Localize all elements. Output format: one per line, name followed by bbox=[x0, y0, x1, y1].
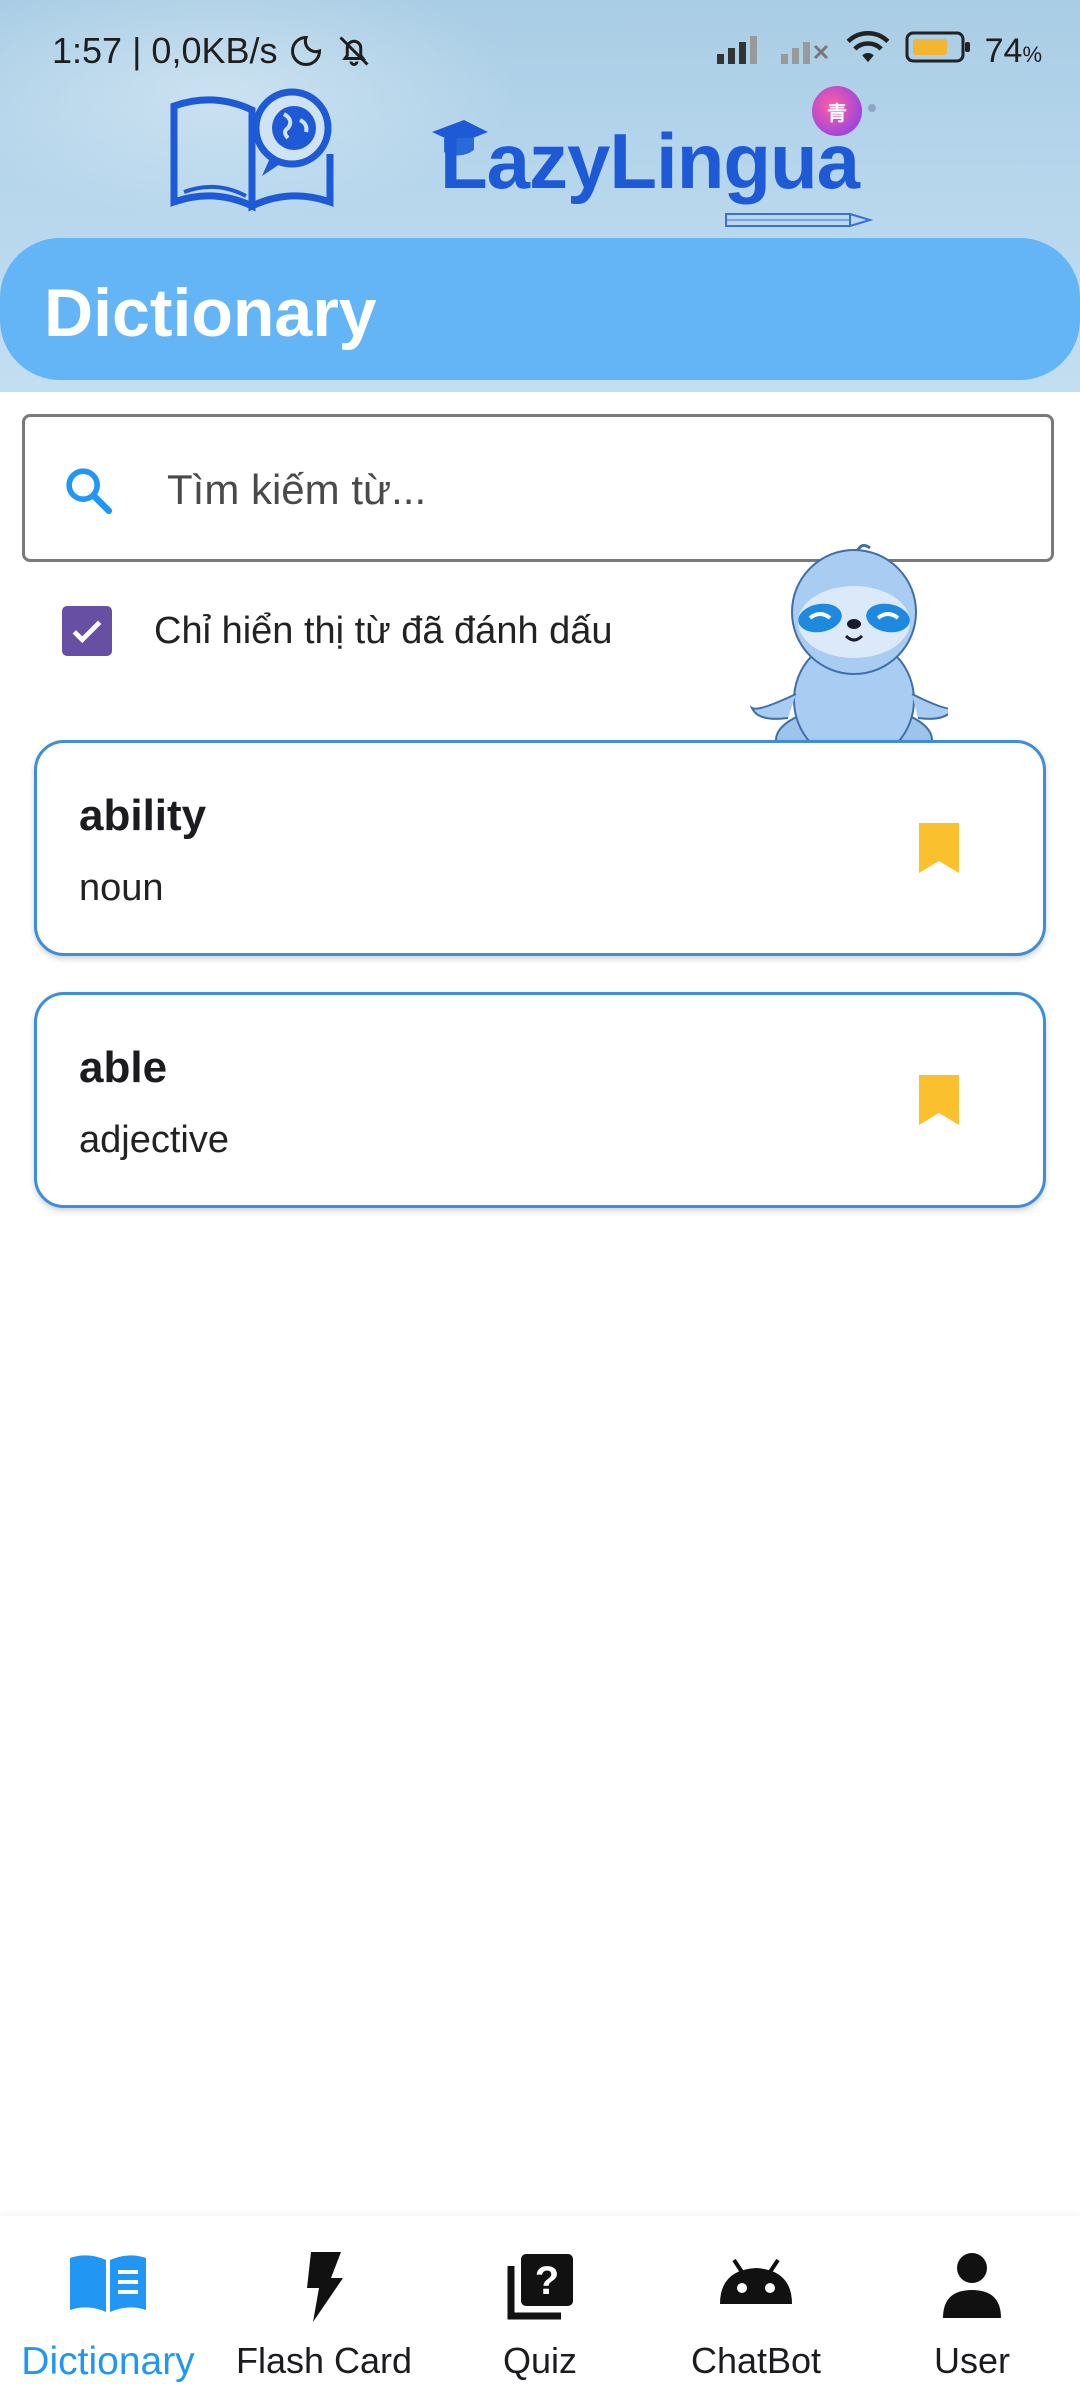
bookmark-filter[interactable]: Chỉ hiển thị từ đã đánh dấu bbox=[62, 606, 613, 656]
moon-icon bbox=[288, 33, 324, 69]
word-part-of-speech: adjective bbox=[79, 1119, 229, 1161]
word-title: able bbox=[79, 1043, 168, 1092]
nav-label: Flash Card bbox=[235, 2340, 413, 2381]
nav-item-quiz[interactable]: ? Quiz bbox=[432, 2216, 648, 2400]
muted-bell-icon bbox=[334, 33, 374, 69]
nav-label: Dictionary bbox=[21, 2340, 195, 2383]
word-title: ability bbox=[79, 791, 207, 840]
battery-value: 74 bbox=[984, 32, 1023, 70]
bookmark-filter-label: Chỉ hiển thị từ đã đánh dấu bbox=[154, 609, 613, 652]
bookmark-filter-checkbox[interactable] bbox=[62, 606, 112, 656]
search-box[interactable] bbox=[22, 414, 1054, 562]
book-icon bbox=[68, 2252, 148, 2319]
nav-item-chatbot[interactable]: ChatBot bbox=[648, 2216, 864, 2400]
signal-icon bbox=[716, 31, 767, 73]
title-bar: Dictionary bbox=[0, 238, 1080, 380]
word-card[interactable]: able adjective bbox=[34, 992, 1046, 1208]
battery-percent: 74% bbox=[985, 32, 1042, 71]
battery-icon bbox=[905, 30, 971, 73]
flash-icon bbox=[303, 2252, 345, 2327]
svg-text:?: ? bbox=[535, 2259, 559, 2303]
app-logo-text: LazyLingua bbox=[440, 117, 860, 205]
book-globe-logo-icon bbox=[166, 84, 346, 219]
word-card[interactable]: ability noun bbox=[34, 740, 1046, 956]
check-icon bbox=[72, 620, 102, 644]
nav-item-user[interactable]: User bbox=[864, 2216, 1080, 2400]
search-icon bbox=[61, 463, 117, 524]
bottom-navigation: Dictionary Flash Card ? Quiz ChatBot Use… bbox=[0, 2216, 1080, 2400]
quiz-icon: ? bbox=[505, 2252, 575, 2327]
bookmark-icon[interactable] bbox=[919, 1075, 959, 1130]
app-header: 1:57 | 0,0KB/s 74% LazyLingua 青 Dictiona… bbox=[0, 0, 1080, 392]
nav-item-dictionary[interactable]: Dictionary bbox=[0, 2216, 216, 2400]
nav-item-flash-card[interactable]: Flash Card bbox=[216, 2216, 432, 2400]
bookmark-icon[interactable] bbox=[919, 823, 959, 878]
android-icon bbox=[716, 2252, 796, 2313]
pencil-icon bbox=[724, 210, 874, 235]
floating-assistant-button[interactable]: 青 bbox=[812, 86, 862, 136]
wifi-icon bbox=[845, 30, 891, 73]
page-title: Dictionary bbox=[44, 275, 377, 351]
nav-label: User bbox=[933, 2340, 1010, 2381]
signal-off-icon bbox=[780, 31, 831, 73]
battery-symbol: % bbox=[1022, 42, 1042, 67]
nav-label: Quiz bbox=[502, 2340, 578, 2381]
person-icon bbox=[941, 2252, 1003, 2323]
floating-dot bbox=[868, 104, 876, 112]
word-part-of-speech: noun bbox=[79, 867, 164, 909]
status-time: 1:57 | 0,0KB/s bbox=[52, 30, 278, 71]
search-input[interactable] bbox=[165, 447, 1009, 533]
status-bar: 1:57 | 0,0KB/s 74% bbox=[0, 0, 1080, 100]
nav-label: ChatBot bbox=[690, 2340, 822, 2381]
